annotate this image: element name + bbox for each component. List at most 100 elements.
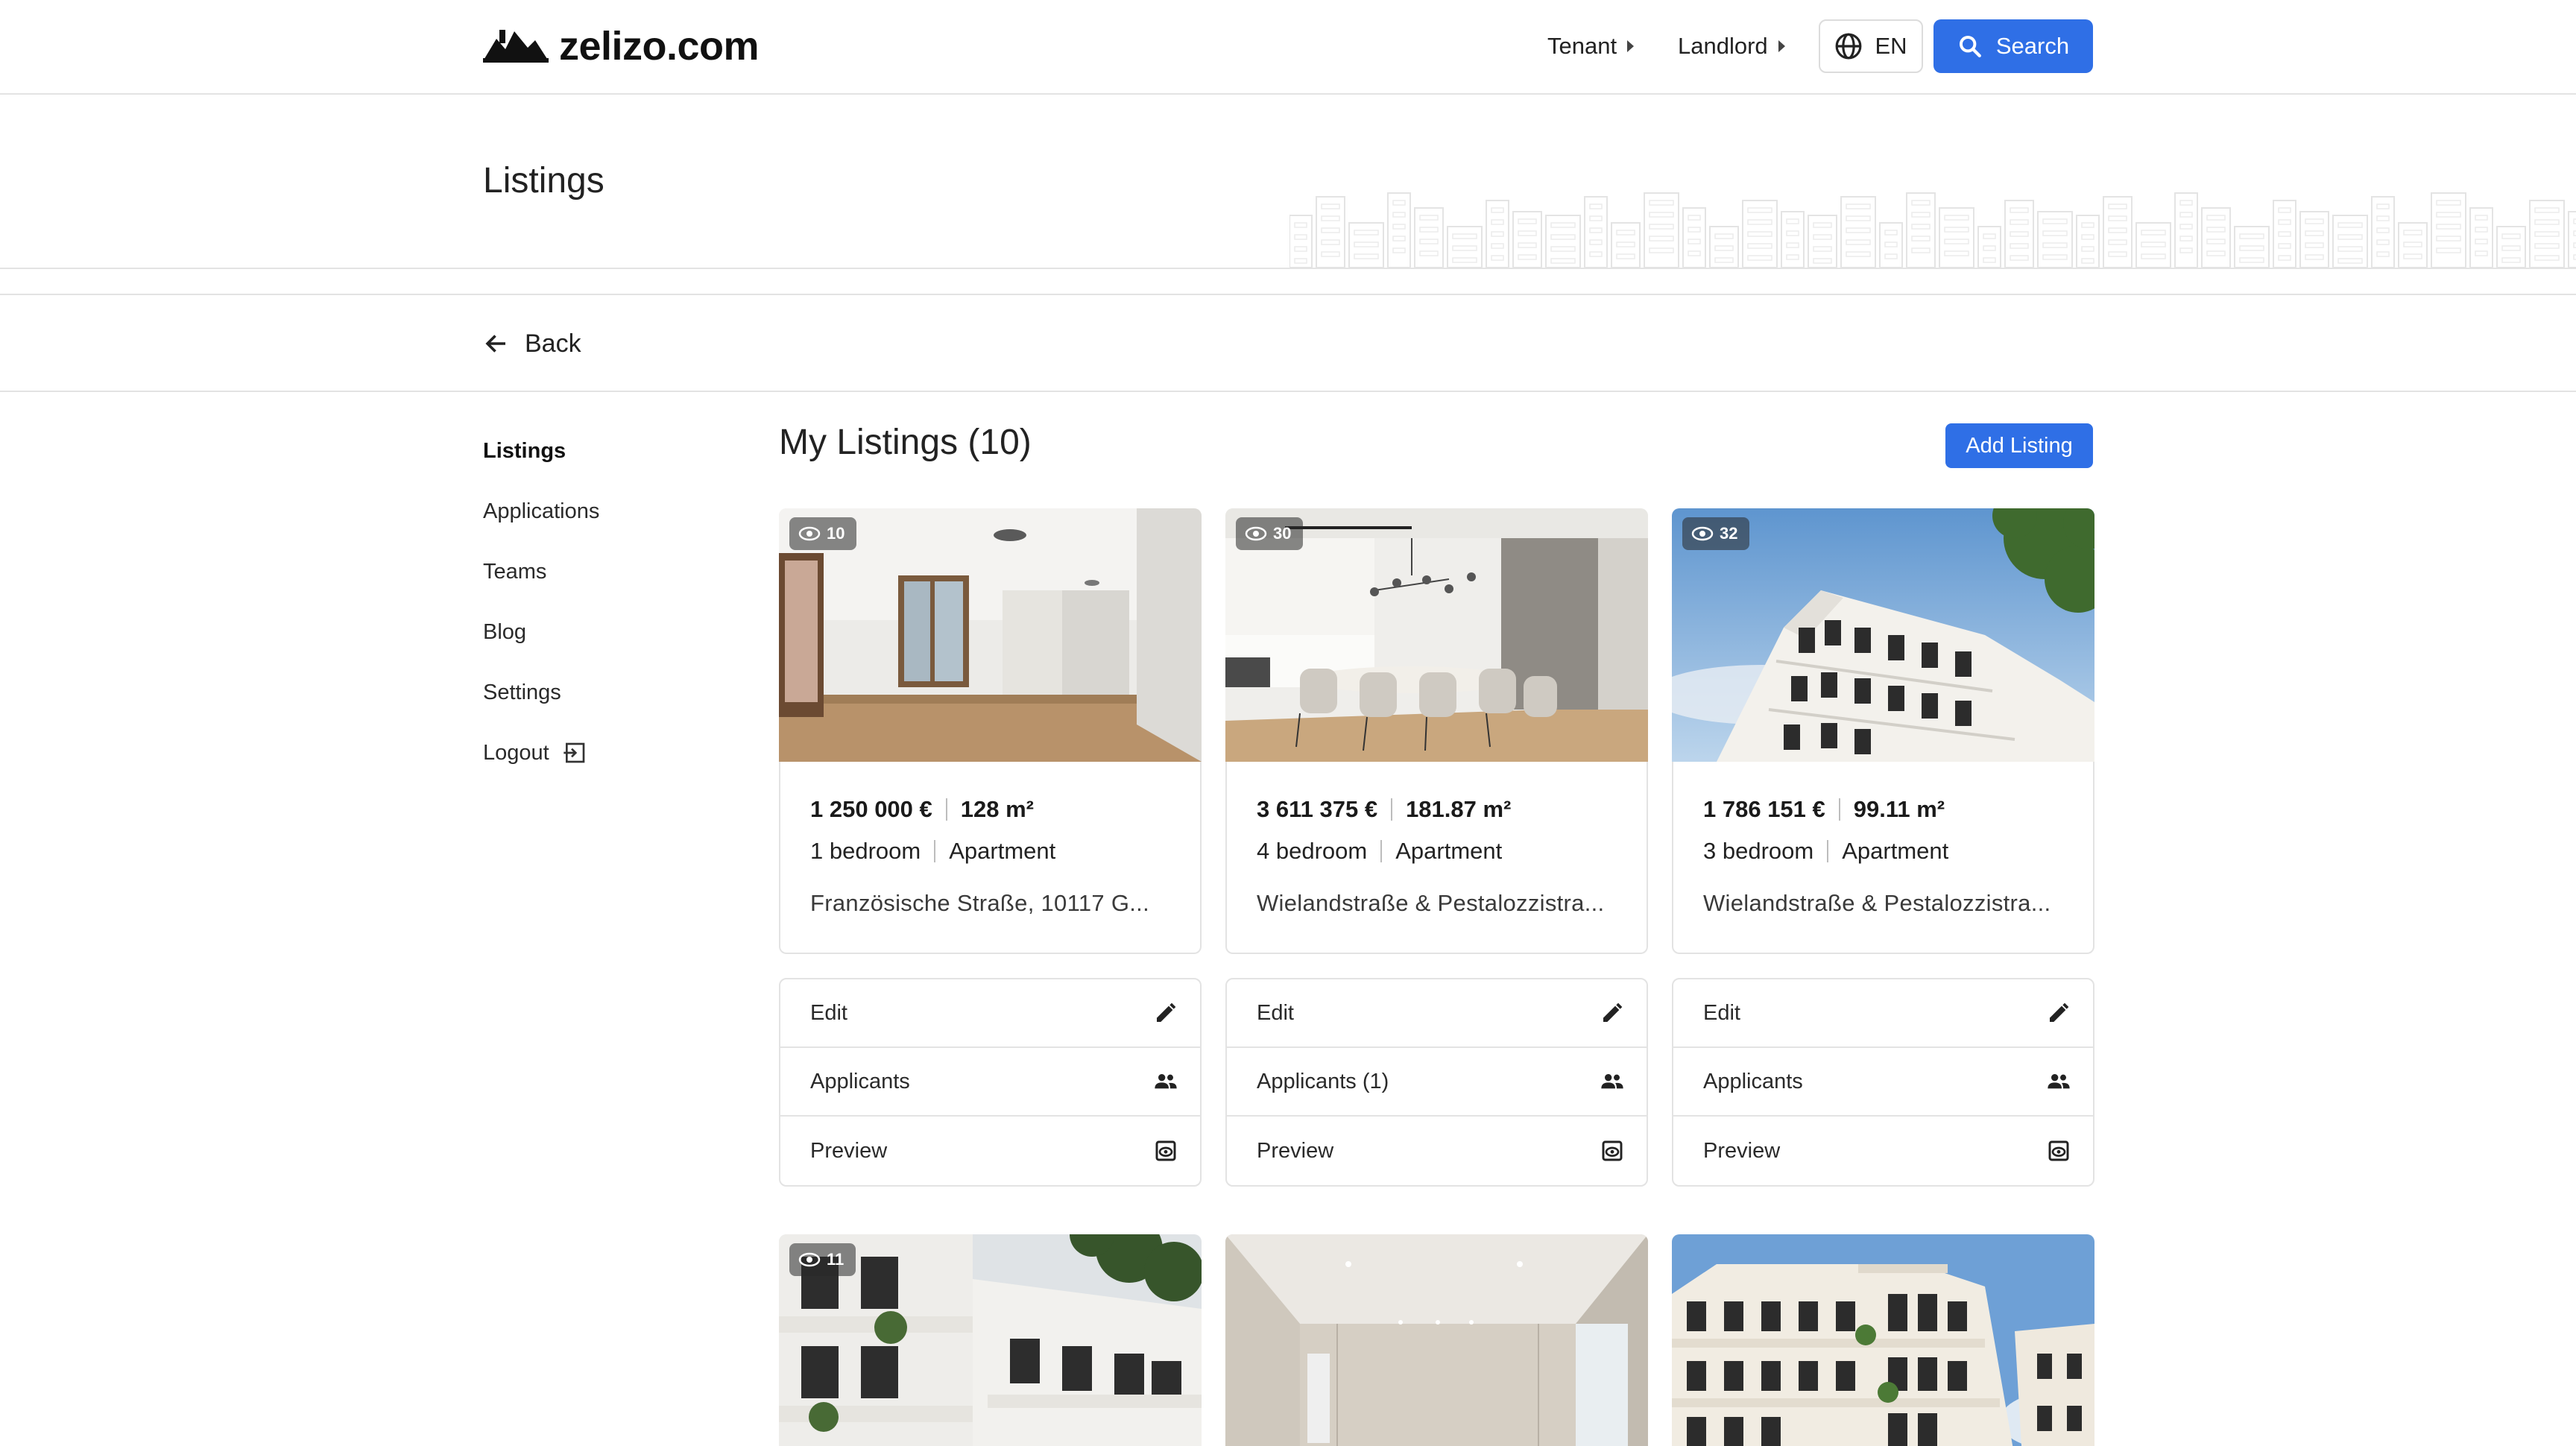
- preview-label: Preview: [1257, 1138, 1334, 1163]
- skyline-window: [1786, 254, 1799, 260]
- skyline-window: [2278, 243, 2291, 249]
- listing-photo[interactable]: 11: [779, 1234, 1202, 1446]
- skyline-window: [2141, 230, 2166, 236]
- skyline-window: [2042, 242, 2068, 248]
- listing-photo[interactable]: 32: [1672, 508, 2094, 762]
- sidebar-item-listings[interactable]: Listings: [483, 432, 707, 470]
- skyline-window: [2179, 247, 2193, 253]
- skyline-window: [1786, 218, 1799, 224]
- applicants-label: Applicants: [1703, 1069, 1803, 1093]
- search-button[interactable]: Search: [1933, 19, 2093, 73]
- back-button[interactable]: Back: [483, 325, 581, 362]
- skyline-window: [1589, 203, 1603, 209]
- skyline-window: [2108, 215, 2127, 221]
- sidebar-item-teams[interactable]: Teams: [483, 553, 707, 590]
- sidebar-item-label: Listings: [483, 438, 566, 463]
- listing-card[interactable]: 30 3 611 375 € 181.87 m² 4 bedroom Apartme…: [1225, 508, 1648, 954]
- skyline-window: [2475, 239, 2488, 244]
- preview-button[interactable]: Preview: [780, 1117, 1200, 1185]
- skyline-window: [1747, 219, 1772, 225]
- edit-listing-button[interactable]: Edit: [1227, 979, 1647, 1048]
- skyline-window: [1688, 215, 1701, 221]
- applicants-button[interactable]: Applicants: [780, 1048, 1200, 1117]
- skyline-window: [1589, 227, 1603, 233]
- rooms-type-row: 4 bedroom Apartment: [1257, 836, 1617, 866]
- skyline-window: [2239, 233, 2264, 239]
- skyline-window: [2081, 234, 2094, 240]
- skyline-window: [1846, 215, 1871, 221]
- skyline-window: [2010, 219, 2029, 225]
- skyline-window: [1491, 207, 1504, 213]
- listing-card[interactable]: [1672, 1234, 2094, 1446]
- listing-photo[interactable]: 30: [1225, 508, 1648, 762]
- skyline-window: [2206, 250, 2226, 256]
- edit-listing-button[interactable]: Edit: [1673, 979, 2093, 1048]
- listing-photo[interactable]: [1672, 1234, 2094, 1446]
- price-area-row: 1 786 151 € 99.11 m²: [1703, 795, 2063, 824]
- skyline-window: [2010, 255, 2029, 261]
- preview-button[interactable]: Preview: [1227, 1117, 1647, 1185]
- skyline-window: [1714, 233, 1734, 239]
- pencil-icon: [1603, 1003, 1623, 1022]
- sidebar-item-applications[interactable]: Applications: [483, 493, 707, 530]
- view-count: 32: [1720, 524, 1738, 543]
- skyline-window: [1321, 203, 1340, 209]
- skyline-window: [1813, 258, 1832, 264]
- skyline-window: [2239, 257, 2264, 263]
- listing-card[interactable]: 32 1 786 151 € 99.11 m² 3 bedroom Apartmen…: [1672, 508, 2094, 954]
- skyline-window: [1944, 227, 1969, 233]
- sidebar-item-label: Applications: [483, 499, 600, 523]
- logo[interactable]: zelizo.com: [483, 22, 760, 70]
- listing-photo[interactable]: [1225, 1234, 1648, 1446]
- arrow-left-icon: [485, 335, 505, 353]
- listing-card[interactable]: 11: [779, 1234, 1202, 1446]
- skyline-window: [2179, 200, 2193, 206]
- skyline-window: [1294, 234, 1307, 240]
- listing-photo[interactable]: 10: [779, 508, 1202, 762]
- skyline-window: [2534, 207, 2560, 213]
- listing-actions: Edit Applicants (1) Preview: [1225, 978, 1648, 1187]
- skyline-window: [2501, 233, 2521, 239]
- nav-tenant[interactable]: Tenant: [1547, 25, 1635, 67]
- caret-right-icon: [1778, 40, 1785, 52]
- nav-landlord[interactable]: Landlord: [1678, 25, 1785, 67]
- skyline-window: [1491, 231, 1504, 237]
- skyline-window: [1786, 230, 1799, 236]
- skyline-window: [2239, 245, 2264, 251]
- add-listing-button[interactable]: Add Listing: [1945, 423, 2093, 468]
- skyline-window: [1550, 234, 1576, 240]
- skyline-window: [1786, 242, 1799, 248]
- skyline-window: [2042, 230, 2068, 236]
- sidebar-item-settings[interactable]: Settings: [483, 674, 707, 711]
- skyline-window: [1589, 239, 1603, 245]
- language-button[interactable]: EN: [1819, 19, 1923, 73]
- separator: [1391, 798, 1393, 821]
- skyline-window: [2376, 215, 2390, 221]
- house-logo-icon: [483, 30, 549, 63]
- listing-card[interactable]: 10 1 250 000 € 128 m² 1 bedroom Apartment …: [779, 508, 1202, 954]
- skyline-window: [1419, 250, 1439, 256]
- back-band: Back: [0, 294, 2576, 392]
- page-title: Listings: [483, 161, 604, 201]
- sidebar-item-logout[interactable]: Logout: [483, 734, 707, 771]
- skyline-building: [1486, 200, 1509, 268]
- skyline-building: [2004, 200, 2034, 268]
- skyline-window: [1518, 230, 1537, 236]
- skyline-window: [2376, 251, 2390, 257]
- skyline-window: [1294, 246, 1307, 252]
- rooms-type-row: 1 bedroom Apartment: [810, 836, 1170, 866]
- edit-label: Edit: [1703, 1000, 1740, 1025]
- skyline-window: [1392, 236, 1406, 241]
- skyline-window: [2305, 242, 2324, 248]
- skyline-window: [1321, 251, 1340, 257]
- listing-bedrooms: 1 bedroom: [810, 838, 921, 864]
- applicants-button[interactable]: Applicants: [1673, 1048, 2093, 1117]
- edit-listing-button[interactable]: Edit: [780, 979, 1200, 1048]
- skyline-window: [2305, 218, 2324, 224]
- view-count: 11: [827, 1250, 845, 1269]
- sidebar-item-blog[interactable]: Blog: [483, 613, 707, 651]
- listing-card[interactable]: [1225, 1234, 1648, 1446]
- applicants-button[interactable]: Applicants (1): [1227, 1048, 1647, 1117]
- preview-button[interactable]: Preview: [1673, 1117, 2093, 1185]
- separator: [945, 798, 947, 821]
